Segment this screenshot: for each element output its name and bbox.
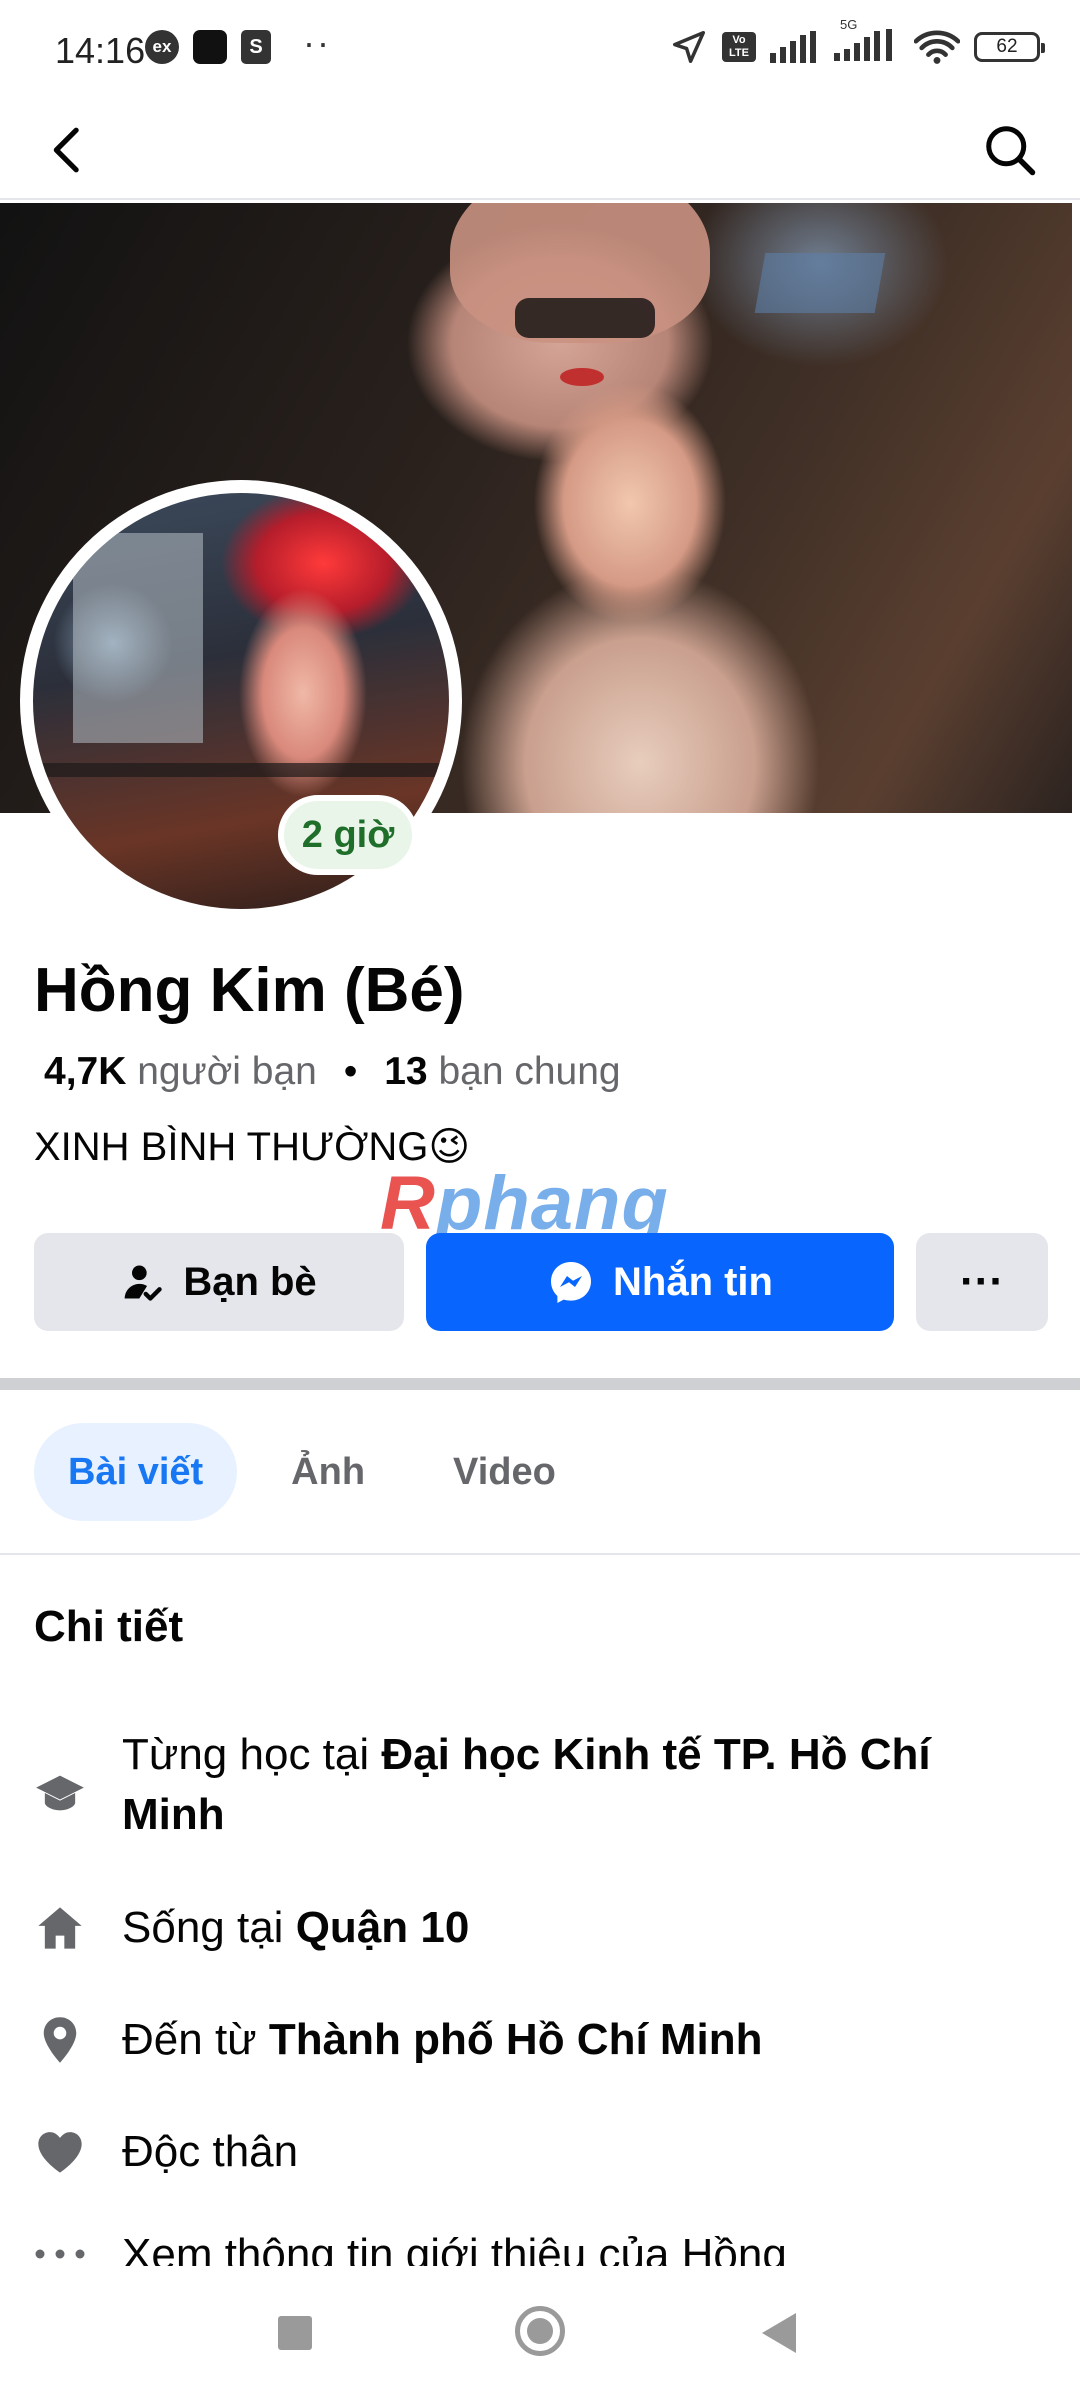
recent-apps-icon[interactable] <box>278 2316 312 2350</box>
friends-label[interactable]: người bạn <box>137 1050 317 1093</box>
status-time: 14:16 <box>55 30 146 71</box>
profile-tabs: Bài viết Ảnh Video <box>34 1422 590 1522</box>
more-notifications-icon: ·· <box>303 22 331 63</box>
tab-videos[interactable]: Video <box>419 1423 590 1521</box>
friends-count[interactable]: 4,7K <box>44 1050 126 1093</box>
tabs-divider <box>0 1553 1080 1555</box>
messenger-icon <box>551 1262 591 1303</box>
system-icons: Vo LTE 5G 62 <box>670 17 1045 66</box>
lives-prefix: Sống tại <box>122 1903 296 1952</box>
signal-5g-icon <box>834 28 892 61</box>
ex-app-icon: ex <box>145 30 179 64</box>
from-text: Đến từ Thành phố Hồ Chí Minh <box>122 2010 1022 2070</box>
story-time-badge[interactable]: 2 giờ <box>278 795 418 875</box>
education-prefix: Từng học tại <box>122 1730 382 1779</box>
heart-icon <box>38 2132 82 2173</box>
wifi-icon <box>914 30 960 64</box>
friends-button-label: Bạn bè <box>183 1259 317 1304</box>
friends-button[interactable]: Bạn bè <box>34 1233 404 1331</box>
graduation-cap-icon <box>36 1775 84 1811</box>
section-divider <box>0 1378 1080 1390</box>
mutual-label[interactable]: bạn chung <box>438 1050 620 1093</box>
notification-icons: ex S ·· <box>145 22 331 64</box>
cover-lips <box>560 368 604 386</box>
more-options-button[interactable]: ··· <box>916 1233 1048 1331</box>
lives-value[interactable]: Quận 10 <box>296 1903 470 1952</box>
stats-separator: • <box>343 1050 358 1093</box>
system-nav-bar <box>0 2276 1080 2400</box>
search-icon[interactable] <box>980 120 1040 180</box>
app-square-icon <box>193 30 227 64</box>
signal-icon <box>770 31 816 63</box>
back-triangle-icon[interactable] <box>762 2313 796 2353</box>
from-prefix: Đến từ <box>122 2015 269 2064</box>
cover-sunglasses <box>515 298 655 338</box>
profile-name: Hồng Kim (Bé) <box>34 956 465 1025</box>
friend-check-icon <box>124 1265 163 1301</box>
avatar-building <box>73 533 203 743</box>
dots-icon <box>35 2249 85 2259</box>
signal-5g-group: 5G <box>834 17 900 66</box>
message-button-label: Nhắn tin <box>613 1259 773 1304</box>
mutual-count[interactable]: 13 <box>384 1050 427 1093</box>
location-arrow-icon <box>673 31 705 63</box>
home-circle-icon[interactable] <box>515 2306 565 2356</box>
shopping-bag-icon: S <box>241 30 271 64</box>
volte-icon: Vo LTE <box>722 32 756 62</box>
map-pin-icon <box>43 2017 77 2063</box>
dots-icon: ··· <box>960 1257 1004 1306</box>
battery-icon: 62 <box>974 32 1045 62</box>
cover-window <box>754 253 886 313</box>
tab-photos[interactable]: Ảnh <box>257 1423 399 1521</box>
top-nav <box>0 100 1080 200</box>
friend-stats: 4,7K người bạn • 13 bạn chung <box>44 1050 621 1094</box>
education-text: Từng học tại Đại học Kinh tế TP. Hồ Chí … <box>122 1725 1022 1845</box>
details-title: Chi tiết <box>34 1602 184 1651</box>
avatar-railing <box>33 763 449 777</box>
house-icon <box>38 1907 82 1949</box>
message-button[interactable]: Nhắn tin <box>426 1233 894 1331</box>
see-more-about-link[interactable]: Xem thông tin giới thiệu của Hồng <box>122 2230 787 2266</box>
lives-text: Sống tại Quận 10 <box>122 1898 1022 1958</box>
status-bar: 14:16 ex S ·· Vo LTE 5G 62 <box>0 0 1080 100</box>
tab-posts[interactable]: Bài viết <box>34 1423 238 1521</box>
from-value[interactable]: Thành phố Hồ Chí Minh <box>269 2015 763 2064</box>
network-type-label: 5G <box>840 16 858 32</box>
relationship-text: Độc thân <box>122 2127 299 2176</box>
back-arrow-icon[interactable] <box>40 122 96 178</box>
